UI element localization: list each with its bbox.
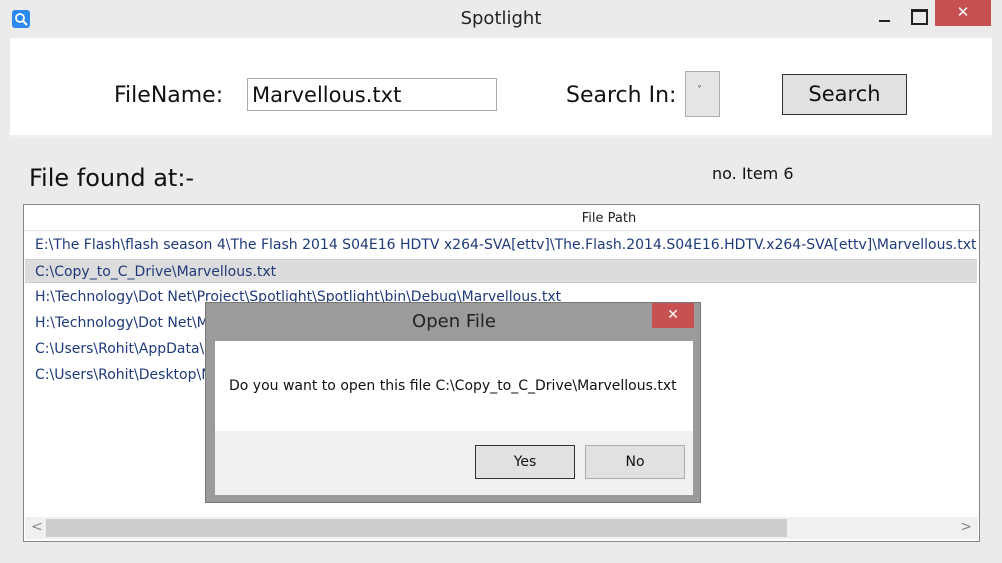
dialog-title: Open File (412, 311, 496, 332)
list-item-selected[interactable]: C:\Copy_to_C_Drive\Marvellous.txt (25, 259, 977, 283)
search-in-dropdown[interactable]: ˅ (685, 71, 720, 117)
file-found-label: File found at:- (29, 164, 195, 192)
item-count-label: no. Item 6 (712, 164, 794, 183)
dialog-close-button[interactable]: ✕ (652, 303, 694, 328)
search-button[interactable]: Search (782, 74, 907, 115)
list-item[interactable]: E:\The Flash\flash season 4\The Flash 20… (25, 233, 977, 257)
search-in-label: Search In: (566, 83, 677, 108)
dialog-message-area: Do you want to open this file C:\Copy_to… (215, 341, 693, 431)
no-button[interactable]: No (585, 445, 685, 479)
yes-button[interactable]: Yes (475, 445, 575, 479)
window-title: Spotlight (460, 8, 542, 29)
column-header-label: File Path (581, 211, 637, 226)
dialog-message: Do you want to open this file C:\Copy_to… (229, 378, 677, 394)
search-panel: FileName: Search In: ˅ Search (10, 38, 992, 138)
scroll-left-icon[interactable]: < (31, 519, 43, 535)
column-header-file-path[interactable]: File Path (24, 205, 979, 231)
close-button[interactable]: ✕ (935, 0, 991, 26)
title-bar: Spotlight ✕ (0, 0, 1002, 36)
maximize-button[interactable] (902, 2, 936, 28)
scroll-right-icon[interactable]: > (960, 519, 972, 535)
spotlight-window: Spotlight ✕ FileName: Search In: ˅ Searc… (0, 0, 1002, 563)
chevron-down-icon: ˅ (697, 85, 702, 96)
scrollbar-thumb[interactable] (46, 519, 787, 537)
filename-label: FileName: (114, 83, 224, 108)
horizontal-scrollbar[interactable]: < > (25, 517, 978, 539)
dialog-body: Do you want to open this file C:\Copy_to… (215, 341, 693, 495)
filename-input[interactable] (247, 78, 497, 111)
open-file-dialog: Open File ✕ Do you want to open this fil… (205, 302, 701, 503)
minimize-button[interactable] (868, 2, 902, 28)
